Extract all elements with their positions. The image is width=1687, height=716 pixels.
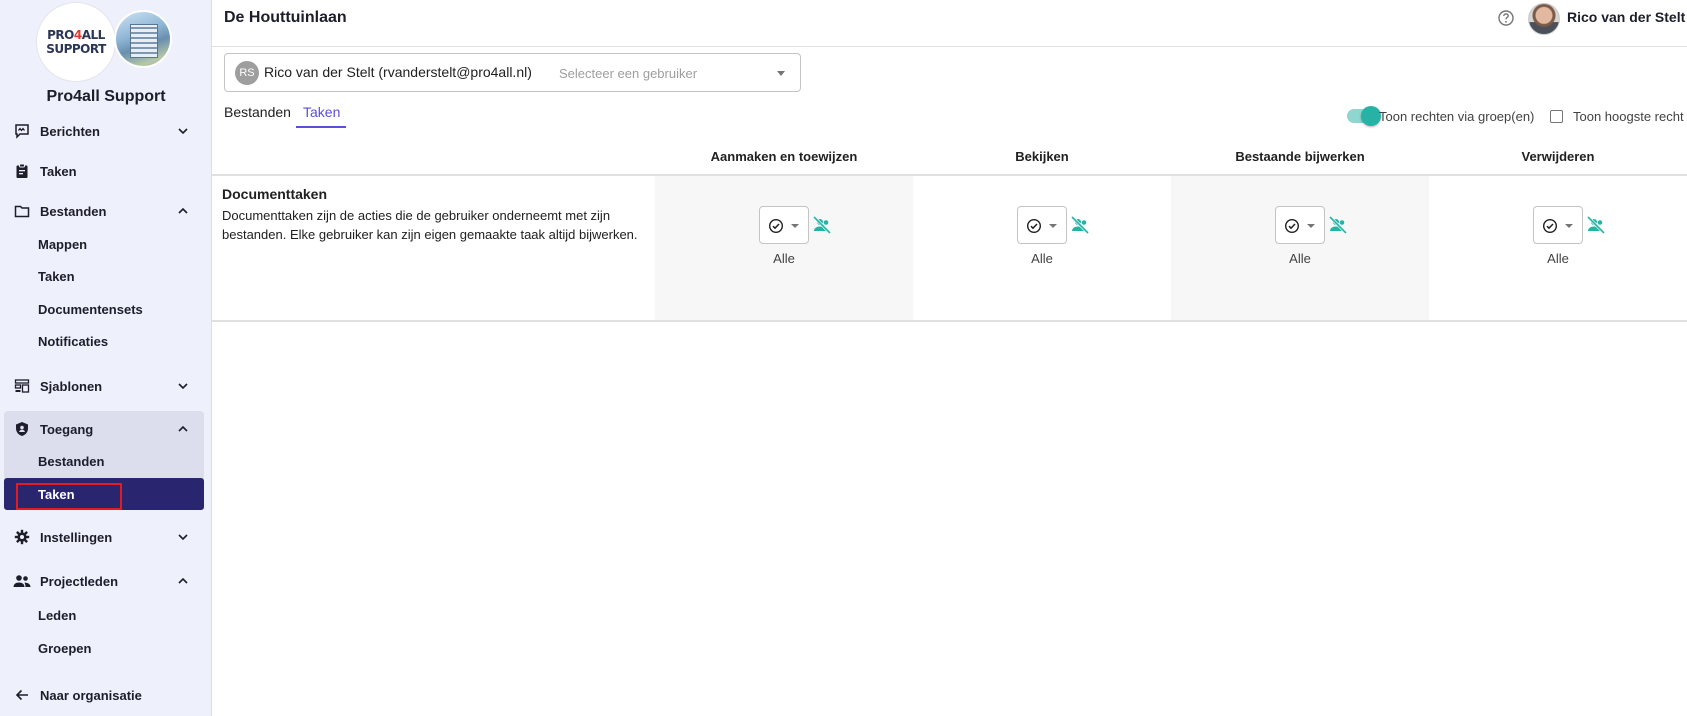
- people-icon: [13, 572, 31, 590]
- back-to-organization-link[interactable]: Naar organisatie: [4, 679, 204, 711]
- sidebar-subitem-toegang-taken[interactable]: Taken: [4, 478, 204, 510]
- arrow-left-icon: [13, 686, 31, 704]
- group-rights-toggle-label: Toon rechten via groep(en): [1379, 109, 1535, 124]
- permission-value: Alle: [773, 251, 795, 266]
- user-name[interactable]: Rico van der Stelt: [1567, 9, 1685, 25]
- sidebar-item-bestanden[interactable]: Bestanden: [4, 195, 204, 227]
- pro4all-logo: PRO4ALL SUPPORT: [36, 2, 116, 82]
- check-circle-icon: [1284, 218, 1300, 234]
- project-photo: [114, 10, 172, 68]
- no-group-rights-icon: [1328, 215, 1348, 235]
- group-rights-toggle[interactable]: [1347, 106, 1381, 126]
- permission-value: Alle: [1031, 251, 1053, 266]
- sidebar-subitem-taken[interactable]: Taken: [4, 261, 204, 291]
- dropdown-caret-icon: [1049, 224, 1057, 228]
- dropdown-caret-icon[interactable]: [777, 71, 785, 76]
- organization-logo: PRO4ALL SUPPORT: [36, 0, 176, 82]
- highest-right-checkbox-label: Toon hoogste recht: [1573, 109, 1684, 124]
- chevron-up-icon: [178, 577, 188, 584]
- table-cell: [655, 176, 913, 320]
- shield-icon: [13, 420, 31, 438]
- user-avatar[interactable]: [1528, 3, 1560, 35]
- row-title: Documenttaken: [222, 186, 328, 202]
- table-cell: [1171, 176, 1429, 320]
- sidebar-item-toegang[interactable]: Toegang: [4, 413, 204, 445]
- check-circle-icon: [1026, 218, 1042, 234]
- folder-icon: [13, 202, 31, 220]
- row-description: Documenttaken zijn de acties die de gebr…: [222, 208, 638, 242]
- column-header-aanmaken: Aanmaken en toewijzen: [710, 149, 858, 164]
- chevron-down-icon: [178, 383, 188, 390]
- sidebar-subitem-toegang-bestanden[interactable]: Bestanden: [4, 446, 204, 476]
- gear-icon: [13, 528, 31, 546]
- dropdown-caret-icon: [791, 224, 799, 228]
- highest-right-checkbox[interactable]: [1550, 110, 1563, 123]
- messages-icon: [13, 122, 31, 140]
- tab-bestanden[interactable]: Bestanden: [224, 104, 291, 128]
- toggle-knob: [1361, 106, 1381, 126]
- sidebar-subitem-leden[interactable]: Leden: [4, 600, 204, 630]
- sidebar: PRO4ALL SUPPORT Pro4all Support Berichte…: [0, 0, 212, 716]
- check-circle-icon: [1542, 218, 1558, 234]
- column-header-verwijderen: Verwijderen: [1521, 149, 1595, 164]
- table-cell: [1429, 176, 1687, 320]
- sidebar-subitem-notificaties[interactable]: Notificaties: [4, 326, 204, 356]
- sidebar-item-projectleden[interactable]: Projectleden: [4, 565, 204, 597]
- sidebar-item-sjablonen[interactable]: Sjablonen: [4, 370, 204, 402]
- sidebar-subitem-groepen[interactable]: Groepen: [4, 633, 204, 663]
- organization-name: Pro4all Support: [46, 88, 166, 105]
- help-icon[interactable]: [1497, 9, 1515, 27]
- no-group-rights-icon: [1586, 215, 1606, 235]
- chevron-down-icon: [178, 128, 188, 135]
- active-tab-indicator: [296, 126, 346, 128]
- dropdown-caret-icon: [1307, 224, 1315, 228]
- user-chip-avatar: RS: [235, 61, 259, 85]
- permission-select-verwijderen[interactable]: [1533, 206, 1583, 244]
- table-divider: [212, 320, 1687, 322]
- clipboard-icon: [13, 162, 31, 180]
- page-title: De Houttuinlaan: [224, 9, 347, 26]
- permission-select-aanmaken[interactable]: [759, 206, 809, 244]
- chevron-down-icon: [178, 534, 188, 541]
- user-select[interactable]: RS Rico van der Stelt (rvanderstelt@pro4…: [224, 53, 801, 92]
- permission-select-bijwerken[interactable]: [1275, 206, 1325, 244]
- table-cell: [913, 176, 1171, 320]
- sidebar-item-instellingen[interactable]: Instellingen: [4, 521, 204, 553]
- column-header-bijwerken: Bestaande bijwerken: [1235, 149, 1365, 164]
- user-select-placeholder: Selecteer een gebruiker: [559, 66, 698, 81]
- check-circle-icon: [768, 218, 784, 234]
- sidebar-item-berichten[interactable]: Berichten: [4, 115, 204, 147]
- sidebar-subitem-mappen[interactable]: Mappen: [4, 229, 204, 259]
- permission-value: Alle: [1547, 251, 1569, 266]
- permission-value: Alle: [1289, 251, 1311, 266]
- sidebar-item-taken[interactable]: Taken: [4, 155, 204, 187]
- permission-select-bekijken[interactable]: [1017, 206, 1067, 244]
- no-group-rights-icon: [812, 215, 832, 235]
- chevron-up-icon: [178, 207, 188, 214]
- dropdown-caret-icon: [1565, 224, 1573, 228]
- chevron-up-icon: [178, 425, 188, 432]
- column-header-bekijken: Bekijken: [1015, 149, 1069, 164]
- top-bar: De Houttuinlaan Rico van der Stelt: [212, 0, 1687, 47]
- sidebar-subitem-documentensets[interactable]: Documentensets: [4, 294, 204, 324]
- templates-icon: [13, 377, 31, 395]
- user-chip-label: Rico van der Stelt (rvanderstelt@pro4all…: [264, 64, 532, 80]
- no-group-rights-icon: [1070, 215, 1090, 235]
- tab-taken[interactable]: Taken: [303, 104, 340, 128]
